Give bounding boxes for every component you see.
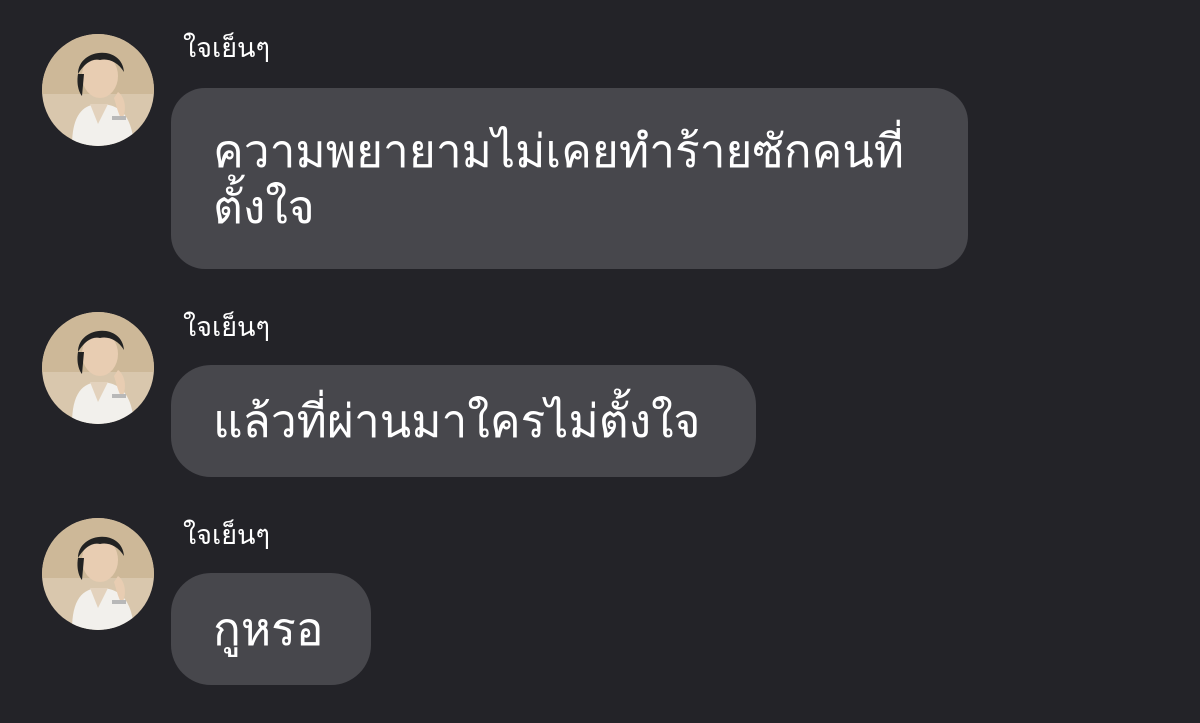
- message-text: แล้วที่ผ่านมาใครไม่ตั้งใจ: [213, 394, 701, 448]
- profile-photo-avatar-icon: [42, 312, 154, 424]
- avatar[interactable]: [42, 34, 154, 146]
- profile-photo-avatar-icon: [42, 34, 154, 146]
- sender-name: ใจเย็นๆ: [183, 312, 271, 343]
- sender-name: ใจเย็นๆ: [183, 33, 271, 64]
- message-bubble[interactable]: ความพยายามไม่เคยทำร้ายซักคนที่ตั้งใจ: [171, 88, 968, 269]
- message-bubble[interactable]: แล้วที่ผ่านมาใครไม่ตั้งใจ: [171, 365, 756, 477]
- avatar[interactable]: [42, 518, 154, 630]
- message-text: กูหรอ: [213, 602, 324, 656]
- avatar[interactable]: [42, 312, 154, 424]
- profile-photo-avatar-icon: [42, 518, 154, 630]
- chat-thread: ใจเย็นๆ ความพยายามไม่เคยทำร้ายซักคนที่ตั…: [0, 0, 1200, 723]
- message-text: ความพยายามไม่เคยทำร้ายซักคนที่ตั้งใจ: [213, 123, 905, 234]
- message-bubble[interactable]: กูหรอ: [171, 573, 371, 685]
- sender-name: ใจเย็นๆ: [183, 520, 271, 551]
